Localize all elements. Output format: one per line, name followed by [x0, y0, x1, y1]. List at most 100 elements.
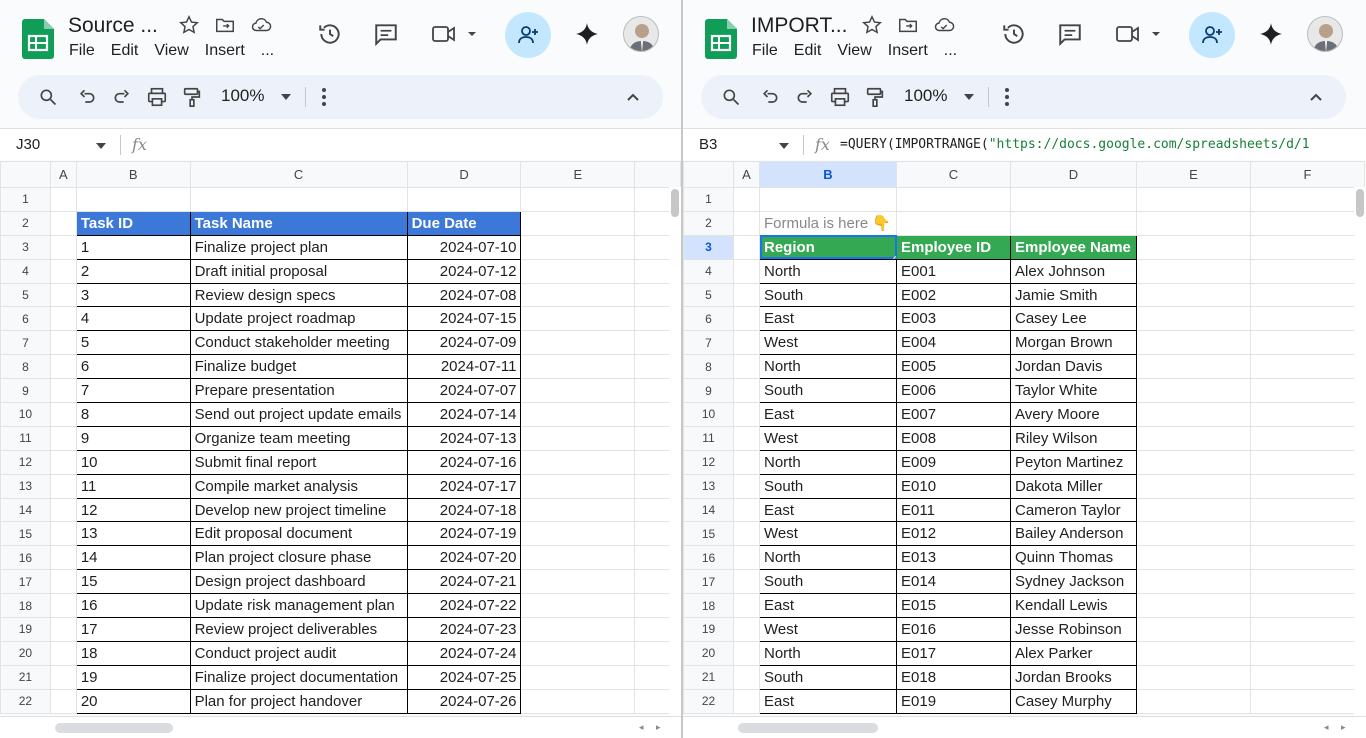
comment-icon[interactable]	[366, 14, 406, 54]
row-header[interactable]: 18	[683, 593, 734, 619]
cell[interactable]	[733, 282, 760, 308]
cell-employee-id[interactable]: E006	[896, 378, 1011, 404]
paint-format-icon[interactable]	[863, 85, 887, 109]
row-header[interactable]: 14	[0, 497, 51, 523]
cell-task-name[interactable]: Submit final report	[189, 449, 408, 475]
cell[interactable]	[1250, 688, 1365, 714]
cell[interactable]	[733, 402, 760, 427]
cell[interactable]	[733, 187, 760, 212]
cell-task-name[interactable]: Finalize project plan	[189, 234, 408, 260]
cell[interactable]	[733, 378, 760, 404]
cell[interactable]	[49, 402, 77, 427]
cell-task-id[interactable]: 11	[75, 473, 191, 499]
cell[interactable]	[1136, 306, 1251, 332]
cell[interactable]	[733, 473, 760, 499]
cell[interactable]	[1010, 210, 1137, 236]
row-header[interactable]: 6	[683, 306, 734, 332]
cell[interactable]	[896, 187, 1011, 212]
cell[interactable]	[1136, 282, 1251, 308]
cell[interactable]	[49, 210, 77, 236]
cell[interactable]	[1250, 593, 1365, 619]
cell-employee-id[interactable]: E012	[896, 521, 1011, 547]
redo-icon[interactable]	[793, 85, 817, 109]
cell[interactable]	[49, 449, 77, 475]
cell[interactable]	[189, 187, 408, 212]
cell[interactable]	[520, 617, 636, 642]
cell-task-name[interactable]: Edit proposal document	[189, 521, 408, 547]
cell-region[interactable]: East	[759, 688, 897, 714]
cell[interactable]	[1136, 425, 1251, 451]
cell-task-id[interactable]: 16	[75, 593, 191, 619]
cell-due-date[interactable]: 2024-07-23	[406, 617, 522, 642]
row-header[interactable]: 20	[0, 640, 51, 666]
cell-task-id[interactable]: 13	[75, 521, 191, 547]
cell-task-name[interactable]: Conduct stakeholder meeting	[189, 330, 408, 356]
cell-task-id[interactable]: 7	[75, 378, 191, 404]
cell-task-id[interactable]: 12	[75, 497, 191, 523]
cell[interactable]	[520, 306, 636, 332]
cell[interactable]	[733, 497, 760, 523]
cell[interactable]	[49, 640, 77, 666]
cell[interactable]	[520, 449, 636, 475]
cell[interactable]	[520, 234, 636, 260]
cell-region[interactable]: North	[759, 354, 897, 380]
cell[interactable]	[1136, 330, 1251, 356]
row-header[interactable]: 7	[0, 330, 51, 356]
cell-region[interactable]: East	[759, 402, 897, 427]
row-header[interactable]: 10	[0, 402, 51, 427]
cell[interactable]	[520, 282, 636, 308]
cell[interactable]	[733, 449, 760, 475]
row-header[interactable]: 17	[683, 569, 734, 595]
cell[interactable]	[520, 545, 636, 571]
row-header[interactable]: 4	[683, 258, 734, 284]
cell-task-id[interactable]: 19	[75, 664, 191, 690]
cell[interactable]	[1250, 234, 1365, 260]
cell[interactable]	[1136, 664, 1251, 690]
cell-region[interactable]: East	[759, 497, 897, 523]
cell[interactable]	[520, 521, 636, 547]
row-header[interactable]: 12	[683, 449, 734, 475]
cell[interactable]	[49, 378, 77, 404]
select-all-corner[interactable]	[683, 161, 734, 188]
cell-employee-name[interactable]: Riley Wilson	[1010, 425, 1137, 451]
name-box-dropdown-icon[interactable]	[779, 142, 789, 150]
cell-due-date[interactable]: 2024-07-16	[406, 449, 522, 475]
header-employee-id[interactable]: Employee ID	[896, 234, 1011, 260]
undo-icon[interactable]	[75, 85, 99, 109]
cell[interactable]	[759, 187, 897, 212]
cell[interactable]	[520, 497, 636, 523]
row-header[interactable]: 11	[0, 425, 51, 451]
cell-employee-name[interactable]: Kendall Lewis	[1010, 593, 1137, 619]
horizontal-scrollbar[interactable]: ◂ ▸	[683, 716, 1366, 738]
cell-employee-id[interactable]: E007	[896, 402, 1011, 427]
cell[interactable]	[1010, 187, 1137, 212]
cell-employee-name[interactable]: Cameron Taylor	[1010, 497, 1137, 523]
cell-employee-id[interactable]: E005	[896, 354, 1011, 380]
cell[interactable]	[520, 378, 636, 404]
cell-employee-id[interactable]: E017	[896, 640, 1011, 666]
row-header[interactable]: 19	[683, 617, 734, 642]
search-icon[interactable]	[36, 85, 60, 109]
cell-employee-id[interactable]: E002	[896, 282, 1011, 308]
cell[interactable]	[520, 640, 636, 666]
cell-employee-id[interactable]: E001	[896, 258, 1011, 284]
cell[interactable]	[1250, 402, 1365, 427]
chevron-down-icon[interactable]	[274, 85, 298, 109]
cell[interactable]	[1250, 664, 1365, 690]
row-header[interactable]: 9	[683, 378, 734, 404]
undo-icon[interactable]	[758, 85, 782, 109]
row-header[interactable]: 3	[683, 234, 734, 260]
cell-region[interactable]: South	[759, 664, 897, 690]
cell[interactable]	[520, 258, 636, 284]
cell[interactable]	[1136, 521, 1251, 547]
row-header[interactable]: 14	[683, 497, 734, 523]
header-task-name[interactable]: Task Name	[189, 210, 408, 236]
star-icon[interactable]	[178, 14, 200, 36]
cell-task-id[interactable]: 14	[75, 545, 191, 571]
cell[interactable]	[49, 473, 77, 499]
gemini-sparkle-icon[interactable]	[1251, 14, 1291, 54]
cell-employee-name[interactable]: Jamie Smith	[1010, 282, 1137, 308]
gemini-sparkle-icon[interactable]	[567, 14, 607, 54]
name-box[interactable]: B3	[699, 136, 717, 153]
cell-employee-name[interactable]: Taylor White	[1010, 378, 1137, 404]
